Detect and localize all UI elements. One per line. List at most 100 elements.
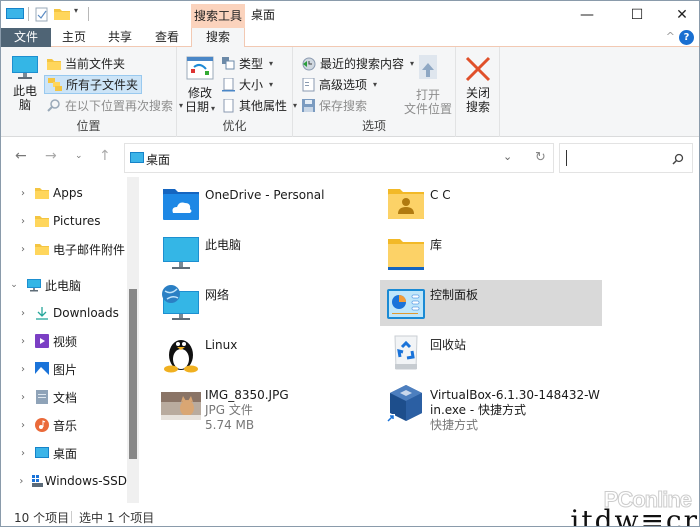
address-dropdown-icon[interactable]: ⌄: [503, 150, 512, 163]
sidebar-item-email-attachments[interactable]: › 电子邮件附件: [1, 236, 127, 262]
current-folder-button[interactable]: 当前文件夹: [44, 54, 128, 73]
maximize-button[interactable]: ☐: [614, 1, 660, 28]
sidebar-item-this-pc[interactable]: ⌄ 此电脑: [1, 272, 127, 298]
file-item-onedrive[interactable]: OneDrive - Personal: [155, 180, 377, 226]
sidebar-item-label: 此电脑: [45, 278, 82, 293]
this-pc-button[interactable]: 此电 脑: [9, 55, 41, 112]
file-item-virtualbox-shortcut[interactable]: VirtualBox-6.1.30-148432-Win.exe - 快捷方式 …: [380, 380, 602, 432]
save-search-button[interactable]: 保存搜索: [299, 96, 370, 115]
other-properties-button[interactable]: 其他属性 ▾: [219, 96, 300, 115]
size-icon: [222, 77, 235, 91]
chevron-right-icon[interactable]: ›: [18, 308, 28, 319]
group-label-location: 位置: [76, 119, 101, 133]
close-search-label-1: 关闭: [465, 86, 490, 100]
file-item-cc[interactable]: C C: [380, 180, 602, 226]
properties-icon[interactable]: [35, 7, 49, 22]
collapse-ribbon-icon[interactable]: ^: [666, 30, 675, 43]
sidebar-item-downloads[interactable]: › Downloads: [1, 300, 127, 326]
file-item-linux[interactable]: Linux: [155, 330, 377, 376]
window-title: 桌面: [251, 8, 276, 22]
size-button[interactable]: 大小 ▾: [219, 75, 276, 94]
close-search-button[interactable]: 关闭 搜索: [462, 55, 494, 114]
address-bar[interactable]: 桌面 ⌄ ↻: [124, 143, 554, 173]
search-box[interactable]: [559, 143, 693, 173]
customize-quick-access-icon[interactable]: ▾: [74, 6, 78, 15]
kind-button[interactable]: 类型 ▾: [219, 54, 276, 73]
tab-home[interactable]: 主页: [51, 28, 97, 47]
sidebar-item-pictures-library[interactable]: › 图片: [1, 356, 127, 382]
tab-search[interactable]: 搜索: [191, 28, 245, 48]
sidebar-scrollbar[interactable]: [127, 177, 139, 503]
file-item-name: IMG_8350.JPG: [205, 388, 289, 402]
document-icon: [36, 390, 48, 404]
minimize-button[interactable]: —: [564, 1, 610, 28]
minimize-icon: —: [580, 6, 594, 23]
file-item-name: VirtualBox-6.1.30-148432-Win.exe - 快捷方式: [430, 388, 600, 417]
tab-share[interactable]: 共享: [97, 28, 143, 47]
sidebar-item-desktop[interactable]: › 桌面: [1, 440, 127, 466]
recent-locations-button[interactable]: ⌄: [75, 151, 83, 161]
all-subfolders-label: 所有子文件夹: [66, 78, 139, 92]
chevron-right-icon[interactable]: ›: [18, 336, 28, 347]
explorer-app-icon: [6, 8, 24, 19]
up-button[interactable]: ↑: [99, 148, 111, 164]
help-icon[interactable]: ?: [679, 30, 694, 45]
advanced-options-button[interactable]: 高级选项 ▾: [299, 75, 380, 94]
sidebar-item-pictures[interactable]: › Pictures: [1, 208, 127, 234]
tab-view[interactable]: 查看: [143, 28, 191, 47]
recent-searches-button[interactable]: 最近的搜索内容 ▾: [299, 54, 417, 73]
sidebar-item-label: 文档: [53, 390, 78, 405]
file-item-img-8350[interactable]: IMG_8350.JPG JPG 文件 5.74 MB: [155, 380, 377, 432]
tab-file[interactable]: 文件: [1, 28, 51, 47]
folder-icon: [35, 188, 49, 199]
chevron-right-icon[interactable]: ›: [18, 244, 28, 255]
file-item-name: 控制面板: [430, 288, 479, 302]
forward-button[interactable]: →: [45, 148, 57, 164]
chevron-right-icon[interactable]: ›: [18, 448, 28, 459]
size-label: 大小: [239, 78, 264, 92]
search-again-in-button[interactable]: 在以下位置再次搜索 ▾: [44, 96, 186, 115]
file-item-this-pc[interactable]: 此电脑: [155, 230, 377, 276]
this-pc-label-2: 脑: [18, 98, 31, 112]
file-item-libraries[interactable]: 库: [380, 230, 602, 276]
sidebar-item-label: 音乐: [53, 418, 78, 433]
video-icon: [35, 334, 49, 348]
file-item-recycle-bin[interactable]: 回收站: [380, 330, 602, 376]
file-item-text: IMG_8350.JPG JPG 文件 5.74 MB: [205, 388, 377, 433]
chevron-right-icon[interactable]: ›: [18, 188, 28, 199]
sidebar-item-windows-ssd[interactable]: › Windows-SSD: [1, 468, 127, 494]
search-tools-context-label: 搜索工具: [191, 4, 245, 28]
new-folder-icon[interactable]: [54, 7, 70, 20]
all-subfolders-button[interactable]: 所有子文件夹: [44, 75, 143, 94]
chevron-right-icon[interactable]: ›: [18, 476, 25, 487]
chevron-right-icon[interactable]: ›: [18, 216, 28, 227]
chevron-right-icon[interactable]: ›: [18, 392, 28, 403]
user-folder-icon: [388, 189, 424, 219]
back-button[interactable]: ←: [15, 148, 27, 164]
file-item-network[interactable]: 网络: [155, 280, 377, 326]
drive-icon: [31, 475, 43, 487]
search-input[interactable]: [566, 150, 666, 166]
refresh-icon[interactable]: ↻: [535, 150, 546, 165]
sidebar-item-videos[interactable]: › 视频: [1, 328, 127, 354]
close-search-label-2: 搜索: [465, 100, 490, 114]
chevron-right-icon[interactable]: ›: [18, 420, 28, 431]
file-item-control-panel[interactable]: 控制面板: [380, 280, 602, 326]
open-file-location-button[interactable]: 打开 文件位置: [403, 55, 453, 116]
music-icon: [35, 418, 49, 432]
open-location-label-1: 打开: [415, 88, 440, 102]
sidebar-item-apps[interactable]: › Apps: [1, 180, 127, 206]
ribbon-group-close: 关闭 搜索: [456, 47, 500, 137]
chevron-right-icon[interactable]: ›: [18, 364, 28, 375]
file-list: OneDrive - Personal C C 此电脑 库 网络 控制面板 Li…: [141, 177, 699, 503]
navigation-bar: ← → ⌄ ↑ 桌面 ⌄ ↻: [1, 138, 699, 176]
sidebar-scrollbar-thumb[interactable]: [129, 289, 137, 459]
computer-icon: [163, 237, 199, 269]
tux-icon: [164, 340, 198, 373]
desktop-icon: [130, 152, 144, 163]
sidebar-item-music[interactable]: › 音乐: [1, 412, 127, 438]
chevron-down-icon[interactable]: ⌄: [9, 280, 19, 290]
sidebar-item-documents[interactable]: › 文档: [1, 384, 127, 410]
date-modified-button[interactable]: 修改 日期 ▾: [183, 55, 217, 116]
close-button[interactable]: ✕: [659, 1, 699, 28]
